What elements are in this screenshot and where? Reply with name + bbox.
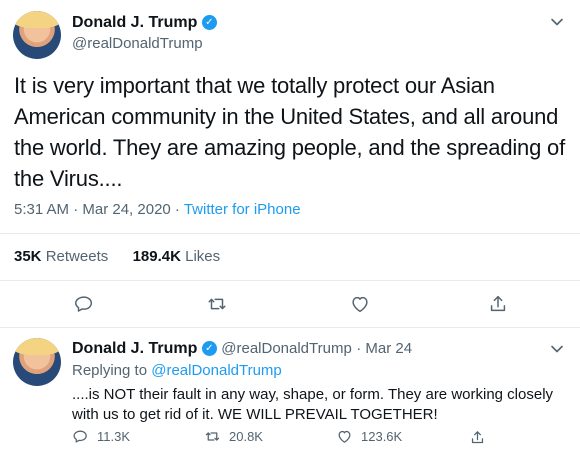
reply-text: ....is NOT their fault in any way, shape… [72, 386, 554, 423]
like-icon [336, 428, 353, 445]
reply-count: 11.3K [97, 429, 131, 444]
retweet-count: 20.8K [229, 429, 263, 444]
divider [0, 327, 580, 328]
likes-label: Likes [185, 248, 221, 265]
replying-handle[interactable]: @realDonaldTrump [151, 362, 282, 379]
likes-count: 189.4K [132, 248, 181, 265]
retweets-label: Retweets [45, 248, 109, 265]
chevron-down-icon[interactable] [549, 14, 565, 30]
reply-author-handle[interactable]: @realDonaldTrump [221, 340, 352, 357]
replying-to: Replying to @realDonaldTrump [72, 362, 282, 379]
reply-author-avatar[interactable] [13, 338, 61, 386]
reply-retweet-action[interactable]: 20.8K [204, 428, 263, 445]
like-icon[interactable] [348, 292, 372, 316]
reply-like-action[interactable]: 123.6K [336, 428, 402, 445]
retweets-count: 35K [14, 248, 42, 265]
author-header: Donald J. Trump ✓ [72, 14, 217, 32]
reply-reply-action[interactable]: 11.3K [72, 428, 130, 445]
retweet-icon [204, 428, 221, 445]
replying-prefix: Replying to [72, 362, 152, 379]
tweet-source[interactable]: Twitter for iPhone [184, 201, 301, 218]
tweet-meta: 5:31 AM · Mar 24, 2020 · Twitter for iPh… [14, 201, 301, 218]
verified-badge-icon: ✓ [201, 341, 217, 357]
reply-icon[interactable] [72, 292, 96, 316]
like-count: 123.6K [361, 429, 403, 444]
author-handle[interactable]: @realDonaldTrump [72, 35, 203, 52]
retweet-icon[interactable] [205, 292, 229, 316]
tweet-time[interactable]: 5:31 AM · Mar 24, 2020 · [14, 201, 184, 218]
divider [0, 280, 580, 281]
reply-date[interactable]: · Mar 24 [356, 340, 412, 357]
reply-header: Donald J. Trump ✓ @realDonaldTrump · Mar… [72, 340, 412, 358]
retweets-stat[interactable]: 35K Retweets [14, 248, 108, 265]
reply-icon [72, 428, 89, 445]
author-avatar[interactable] [13, 11, 61, 59]
share-icon[interactable] [467, 427, 487, 447]
reply-author-name[interactable]: Donald J. Trump [72, 340, 197, 357]
avatar-hair [13, 11, 61, 29]
chevron-down-icon[interactable] [549, 341, 565, 357]
divider [0, 233, 580, 234]
tweet-text: It is very important that we totally pro… [14, 73, 565, 191]
verified-badge-icon: ✓ [201, 15, 217, 31]
tweet-stats: 35K Retweets 189.4K Likes [14, 248, 220, 265]
author-name[interactable]: Donald J. Trump [72, 14, 197, 31]
likes-stat[interactable]: 189.4K Likes [133, 248, 221, 265]
avatar-hair [13, 338, 61, 356]
share-icon[interactable] [486, 292, 510, 316]
